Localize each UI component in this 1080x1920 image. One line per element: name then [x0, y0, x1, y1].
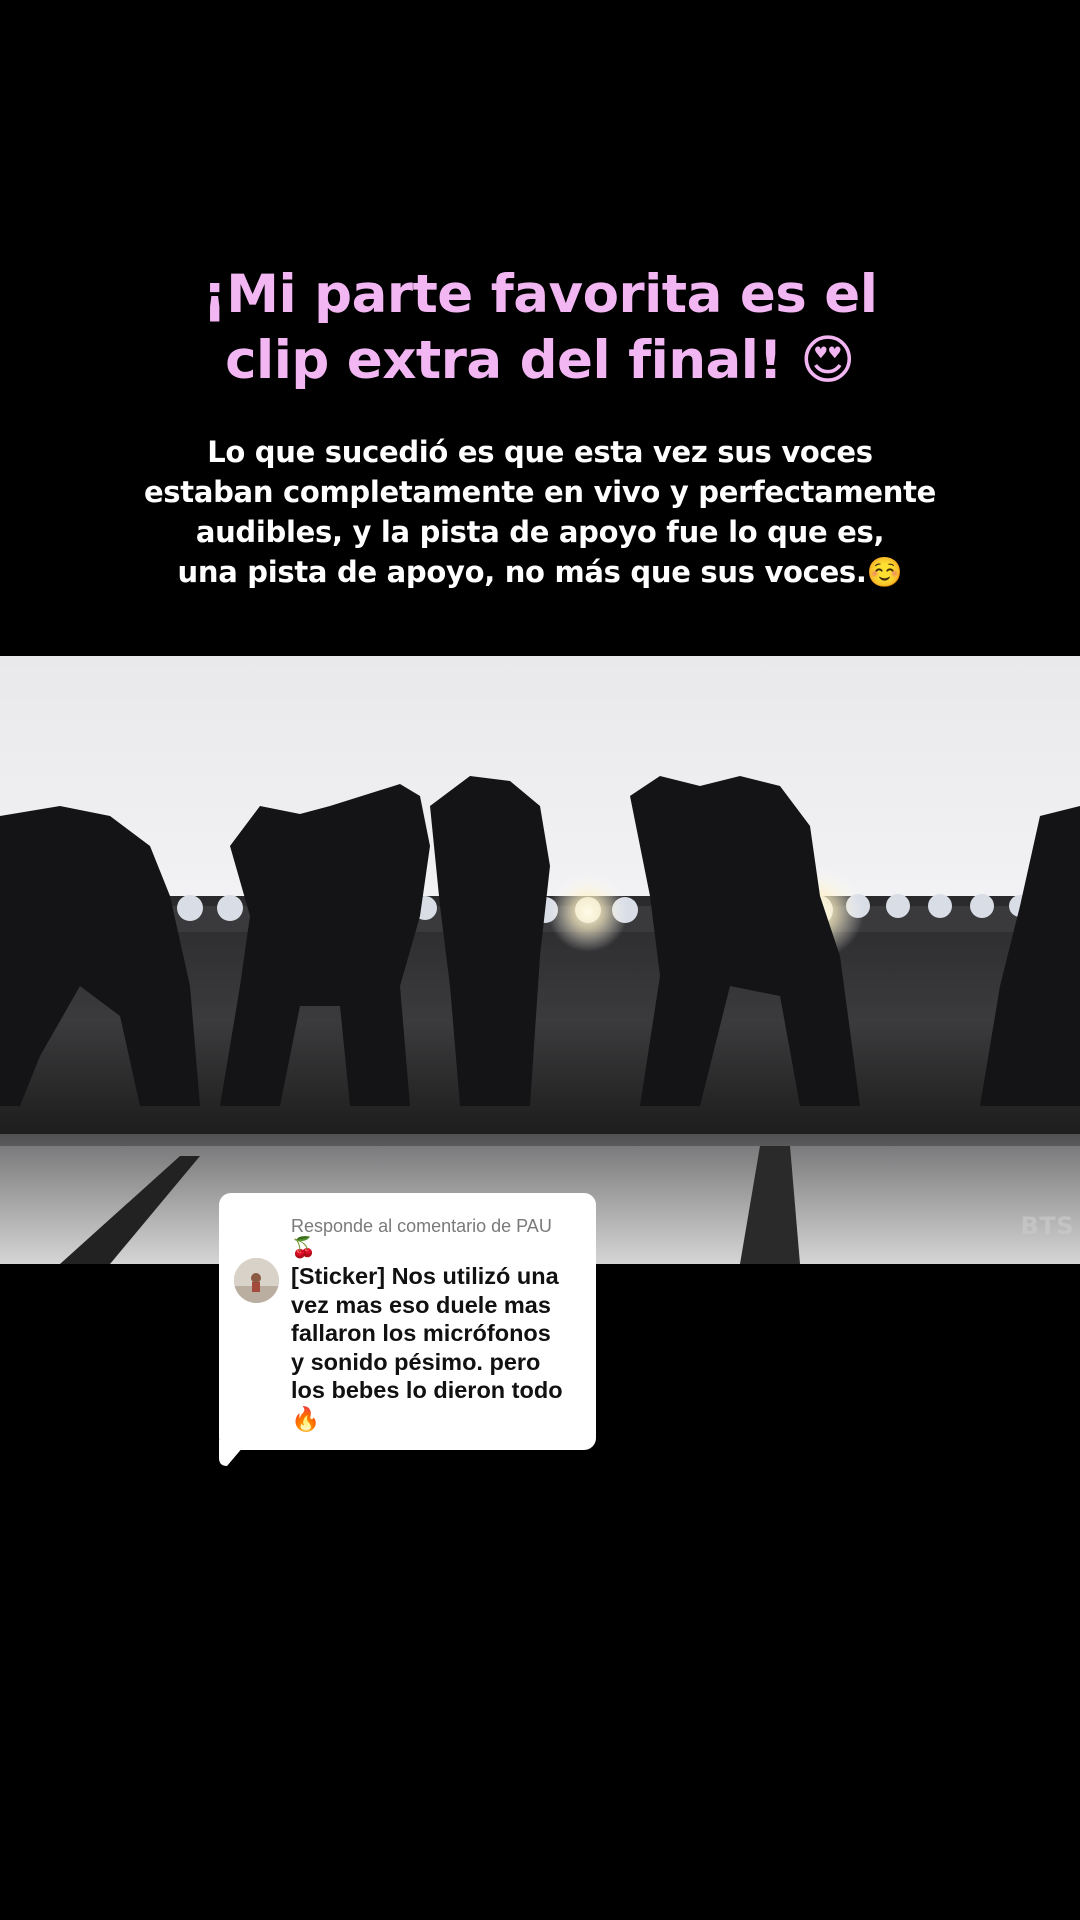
reply-line-5: los bebes lo dieron todo: [291, 1377, 563, 1403]
caption-line-1: Lo que sucedió es que esta vez sus voces: [207, 435, 873, 469]
cherry-emoji: 🍒: [291, 1237, 316, 1259]
reply-line-2: vez mas eso duele mas: [291, 1291, 551, 1318]
avatar-image: [234, 1258, 279, 1303]
reply-comment-text: [Sticker] Nos utilizó una vez mas eso du…: [291, 1262, 587, 1433]
headline-line-1: ¡Mi parte favorita es el: [202, 264, 878, 325]
reply-header-text: Responde al comentario de PAU: [291, 1216, 552, 1236]
caption-line-2: estaban completamente en vivo y perfecta…: [143, 475, 937, 509]
headline-line-2: clip extra del final! 😍: [225, 330, 855, 391]
concert-stage-scene: [0, 656, 1080, 1264]
reply-line-4: y sonido pésimo. pero: [291, 1348, 541, 1375]
reply-line-3: fallaron los micrófonos: [291, 1320, 551, 1346]
bts-watermark: BTS: [1020, 1212, 1074, 1240]
caption-line-4: una pista de apoyo, no más que sus voces…: [177, 555, 903, 589]
commenter-avatar[interactable]: [234, 1258, 279, 1303]
fire-emoji: 🔥: [291, 1405, 321, 1432]
video-frame[interactable]: [0, 656, 1080, 1264]
video-caption-text: Lo que sucedió es que esta vez sus voces…: [60, 432, 1020, 592]
reply-header: Responde al comentario de PAU 🍒: [291, 1215, 586, 1259]
reply-line-1: [Sticker] Nos utilizó una: [291, 1263, 559, 1289]
reply-comment-card[interactable]: Responde al comentario de PAU 🍒 [Sticker…: [219, 1193, 596, 1450]
caption-line-3: audibles, y la pista de apoyo fue lo que…: [195, 515, 885, 549]
video-headline: ¡Mi parte favorita es el clip extra del …: [0, 262, 1080, 394]
